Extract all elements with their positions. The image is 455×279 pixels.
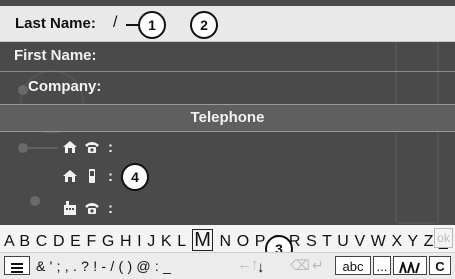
address-entry-screen: Last Name: / 1 2 First Name: Company: Te… — [0, 0, 455, 279]
first-name-field[interactable]: First Name: — [0, 44, 455, 68]
phone-separator: : — [108, 138, 113, 156]
ok-button[interactable]: ok — [434, 228, 453, 248]
callout-leader-line — [126, 24, 138, 26]
letters-before-selection[interactable]: A B C D E F G H I J K L — [4, 233, 186, 250]
delete-key-icon[interactable]: ⌫ — [290, 257, 310, 274]
background-decoration — [18, 143, 28, 153]
selected-letter[interactable]: M — [192, 229, 214, 251]
language-switch-button[interactable] — [393, 256, 427, 275]
last-name-label: Last Name: — [15, 15, 96, 32]
last-name-value[interactable]: / — [113, 14, 117, 32]
phone-icon — [84, 200, 100, 216]
business-phone-entry[interactable]: : — [62, 198, 113, 218]
enter-key-icon[interactable]: ↵ — [312, 257, 324, 274]
letters-after-selection[interactable]: N O P Q R S T U V W X Y Z _ — [220, 233, 449, 250]
switch-charset-button[interactable] — [4, 256, 30, 275]
home-mobile-entry[interactable]: : — [62, 166, 113, 186]
telephone-section-header: Telephone — [0, 104, 455, 132]
more-characters-button[interactable]: ... — [373, 256, 391, 275]
symbol-keys[interactable]: & ' ; , . ? ! - / ( ) @ : _ — [36, 258, 171, 274]
company-field[interactable]: Company: — [0, 73, 455, 99]
divider — [0, 71, 455, 72]
cursor-down-icon[interactable]: ↓ — [257, 259, 265, 276]
home-phone-entry[interactable]: : — [62, 137, 113, 157]
telephone-header: Telephone — [190, 109, 265, 126]
clear-button[interactable]: C — [429, 256, 451, 275]
letter-row[interactable]: A B C D E F G H I J K L M N O P Q R S T … — [4, 229, 449, 251]
callout-4: 4 — [121, 163, 149, 191]
office-building-icon — [62, 200, 78, 216]
company-label: Company: — [28, 78, 102, 95]
background-decoration — [30, 196, 40, 206]
mobile-phone-icon — [84, 168, 100, 184]
background-decoration — [28, 147, 58, 149]
character-bar-symbols[interactable]: & ' ; , . ? ! - / ( ) @ : _ ← ↑ ↓ ⌫ ↵ ab… — [0, 252, 455, 279]
keyboard-layout-icon — [399, 259, 421, 274]
last-name-field[interactable]: Last Name: / — [0, 6, 455, 42]
list-switch-icon — [10, 259, 24, 274]
first-name-label: First Name: — [14, 47, 97, 64]
cursor-left-icon[interactable]: ← — [237, 256, 252, 273]
phone-icon — [84, 139, 100, 155]
home-icon — [62, 168, 78, 184]
home-phone-icon — [62, 139, 78, 155]
callout-1: 1 — [138, 11, 166, 39]
callout-2: 2 — [190, 11, 218, 39]
character-bar-letters[interactable]: A B C D E F G H I J K L M N O P Q R S T … — [0, 225, 455, 252]
phone-separator: : — [108, 199, 113, 217]
phone-separator: : — [108, 167, 113, 185]
abc-switch-button[interactable]: abc — [335, 256, 371, 275]
